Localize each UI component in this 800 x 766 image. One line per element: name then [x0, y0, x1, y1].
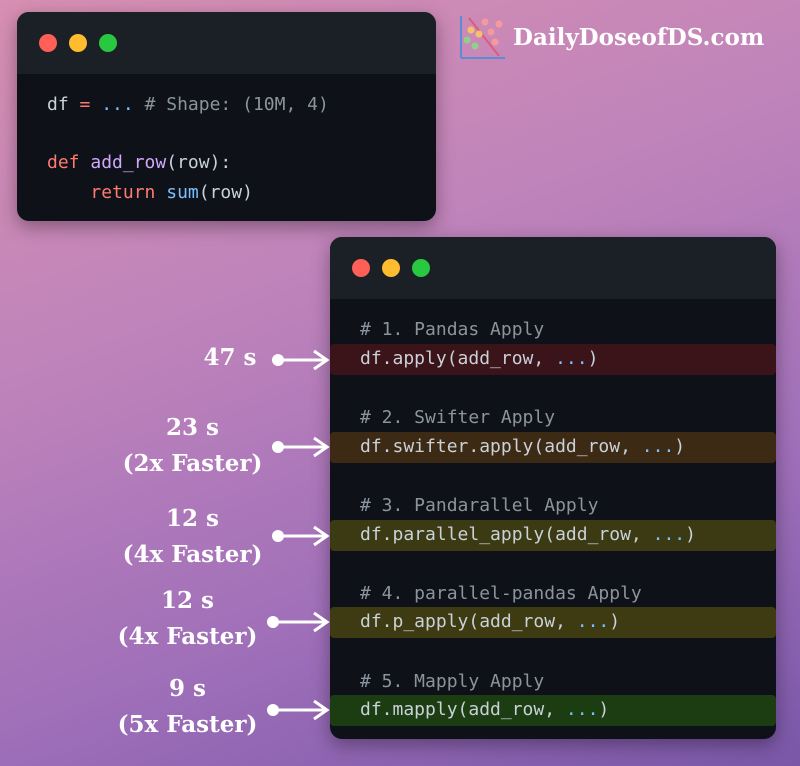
approach-4-speedup: (4x Faster)	[117, 623, 258, 650]
close-dot-icon	[39, 34, 57, 52]
approach-3-time: 12 s (4x Faster)	[120, 501, 265, 573]
code-line-df: df = ... # Shape: (10M, 4)	[47, 94, 329, 115]
code-line-return: return sum(row)	[90, 182, 253, 203]
approach-5-comment: # 5. Mapply Apply	[360, 671, 545, 692]
approach-2-time: 23 s (2x Faster)	[120, 410, 265, 482]
window-titlebar	[330, 237, 776, 299]
approach-4-comment: # 4. parallel-pandas Apply	[360, 583, 642, 604]
minimize-dot-icon	[382, 259, 400, 277]
approach-4-code: df.p_apply(add_row, ...)	[360, 611, 621, 632]
approach-1-comment: # 1. Pandas Apply	[360, 319, 545, 340]
approach-2-comment: # 2. Swifter Apply	[360, 407, 556, 428]
approach-5-time-value: 9 s	[169, 675, 206, 702]
approach-5-speedup: (5x Faster)	[117, 711, 258, 738]
approach-2-speedup: (2x Faster)	[122, 450, 263, 477]
approach-2-code: df.swifter.apply(add_row, ...)	[360, 436, 686, 457]
approach-3-arrow-icon	[272, 525, 330, 547]
maximize-dot-icon	[412, 259, 430, 277]
approach-1-code: df.apply(add_row, ...)	[360, 348, 599, 369]
approach-3-speedup: (4x Faster)	[122, 541, 263, 568]
minimize-dot-icon	[69, 34, 87, 52]
approach-4-time-value: 12 s	[161, 587, 214, 614]
approach-2-time-value: 23 s	[166, 414, 219, 441]
approach-3-comment: # 3. Pandarallel Apply	[360, 495, 599, 516]
approach-5-arrow-icon	[267, 699, 330, 721]
code-window-definition: df = ... # Shape: (10M, 4) def add_row(r…	[17, 12, 436, 221]
approach-2-arrow-icon	[272, 436, 330, 458]
approach-5-code: df.mapply(add_row, ...)	[360, 699, 610, 720]
close-dot-icon	[352, 259, 370, 277]
code-window-comparison: # 1. Pandas Apply df.apply(add_row, ...)…	[330, 237, 776, 739]
brand-name: DailyDoseofDS.com	[513, 24, 765, 51]
code-block: # 1. Pandas Apply df.apply(add_row, ...)…	[330, 299, 776, 739]
code-line-def: def add_row(row):	[47, 152, 232, 173]
approach-4-arrow-icon	[267, 611, 330, 633]
approach-5-time: 9 s (5x Faster)	[115, 671, 260, 743]
approach-3-time-value: 12 s	[166, 505, 219, 532]
approach-4-time: 12 s (4x Faster)	[115, 583, 260, 655]
approach-3-code: df.parallel_apply(add_row, ...)	[360, 524, 696, 545]
brand-logo-icon	[460, 16, 505, 59]
maximize-dot-icon	[99, 34, 117, 52]
approach-1-arrow-icon	[272, 349, 330, 371]
window-titlebar	[17, 12, 436, 74]
